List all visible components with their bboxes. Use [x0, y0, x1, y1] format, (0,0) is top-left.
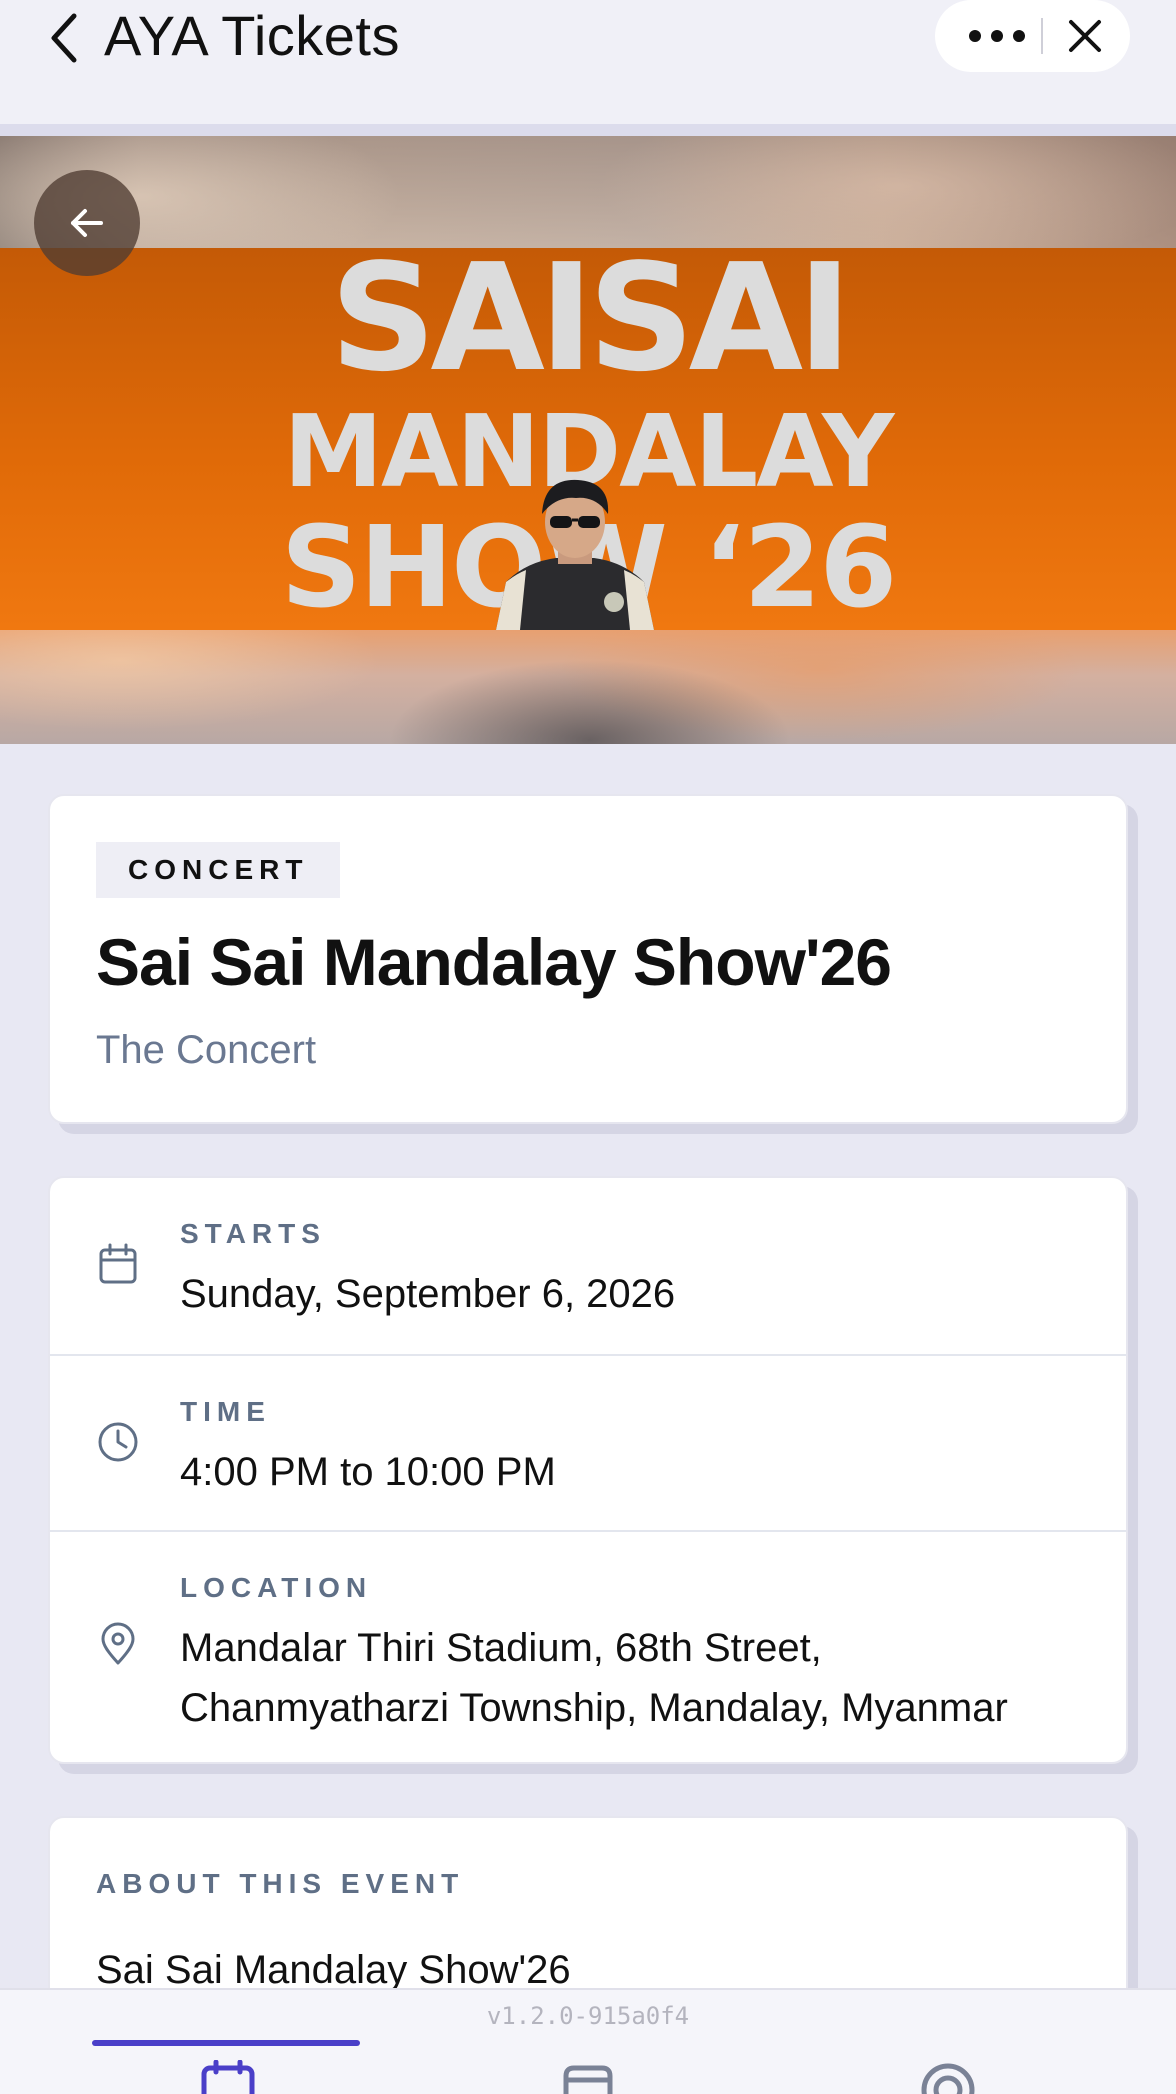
ticket-icon[interactable] [558, 2060, 618, 2094]
close-icon[interactable] [1063, 14, 1107, 58]
event-detail-page: AYA Tickets SAISAI MANDALAY SHOW ‘26 CON… [0, 0, 1176, 2094]
artist-photo [496, 479, 654, 630]
header-divider [0, 124, 1176, 136]
map-pin-icon [101, 1622, 135, 1665]
event-poster-image: SAISAI MANDALAY SHOW ‘26 [0, 248, 1176, 630]
detail-value: Mandalar Thiri Stadium, 68th Street, Cha… [180, 1626, 1008, 1730]
capsule-divider [1041, 18, 1043, 54]
app-title: AYA Tickets [104, 4, 400, 67]
banner-blur-bottom [0, 630, 1176, 744]
calendar-icon [99, 1243, 137, 1284]
poster-line-1: SAISAI [329, 248, 852, 404]
clock-icon [98, 1422, 138, 1462]
category-badge: CONCERT [96, 842, 341, 898]
arrow-left-icon [71, 209, 103, 237]
mini-app-capsule [935, 0, 1130, 72]
detail-row-starts: STARTS Sunday, September 6, 2026 [50, 1178, 1126, 1354]
event-title: Sai Sai Mandalay Show'26 [96, 925, 892, 999]
detail-value: 4:00 PM to 10:00 PM [180, 1450, 556, 1494]
detail-row-time: TIME 4:00 PM to 10:00 PM [50, 1354, 1126, 1530]
more-horizontal-icon[interactable] [965, 18, 1029, 54]
target-icon[interactable] [918, 2060, 978, 2094]
bottom-navigation: v1.2.0-915a0f4 [0, 1988, 1176, 2094]
event-details-card: STARTS Sunday, September 6, 2026 TIME 4:… [48, 1176, 1128, 1764]
mini-app-header: AYA Tickets [0, 0, 1176, 124]
banner-back-button[interactable] [34, 170, 140, 276]
detail-row-location: LOCATION Mandalar Thiri Stadium, 68th St… [50, 1530, 1126, 1764]
about-text: Sai Sai Mandalay Show'26 [96, 1948, 571, 1992]
version-label: v1.2.0-915a0f4 [486, 2002, 690, 2030]
active-tab-indicator [92, 2040, 360, 2046]
detail-label: STARTS [180, 1218, 326, 1249]
chevron-left-icon[interactable] [46, 12, 82, 64]
calendar-icon[interactable] [198, 2060, 258, 2094]
event-banner: SAISAI MANDALAY SHOW ‘26 [0, 136, 1176, 744]
banner-blur-top [0, 136, 1176, 248]
detail-label: TIME [180, 1396, 271, 1427]
detail-value: Sunday, September 6, 2026 [180, 1272, 676, 1316]
event-title-card: CONCERT Sai Sai Mandalay Show'26 The Con… [48, 794, 1128, 1124]
event-subtitle: The Concert [96, 1028, 317, 1072]
detail-label: LOCATION [180, 1572, 373, 1603]
about-heading: ABOUT THIS EVENT [96, 1868, 465, 1899]
